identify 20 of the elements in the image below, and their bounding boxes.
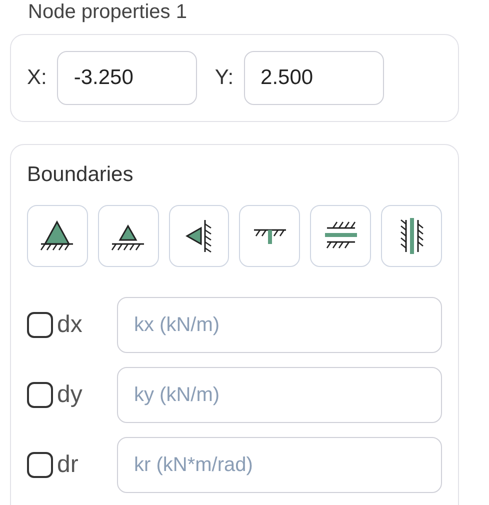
coordinate-field[interactable]: 2.500	[244, 51, 384, 105]
stiffness-field[interactable]: kx (kN/m)	[117, 297, 442, 353]
coordinate-label: Y:	[214, 66, 234, 90]
checkbox[interactable]	[27, 452, 53, 478]
support-button[interactable]	[168, 205, 230, 267]
panel-title: Node properties 1	[28, 0, 188, 24]
coordinate-field[interactable]: -3.250	[56, 51, 197, 105]
checkbox-label: dr	[57, 451, 80, 479]
coordinate-label: X:	[27, 66, 47, 90]
support-button[interactable]	[27, 205, 88, 267]
checkbox[interactable]	[27, 312, 53, 338]
section-title: Boundaries	[27, 163, 134, 187]
support-button[interactable]	[98, 205, 159, 267]
stiffness-field[interactable]: ky (kN/m)	[117, 367, 442, 423]
checkbox[interactable]	[27, 382, 53, 408]
checkbox-label: dx	[57, 311, 84, 339]
checkbox-label: dy	[57, 381, 84, 409]
stiffness-field[interactable]: kr (kN*m/rad)	[117, 437, 442, 493]
support-button[interactable]	[310, 205, 372, 267]
support-button[interactable]	[381, 205, 442, 267]
